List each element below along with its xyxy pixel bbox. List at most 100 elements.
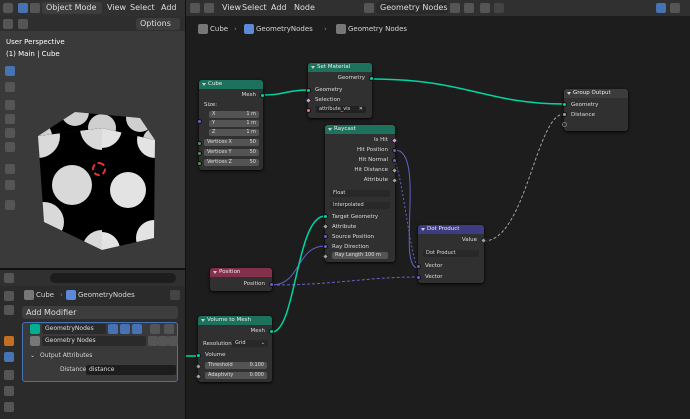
- node-raycast[interactable]: Raycast Is Hit Hit Position Hit Normal H…: [325, 125, 395, 262]
- node-volume-to-mesh[interactable]: Volume to Mesh Mesh Resolution Grid ⌄ Vol…: [198, 316, 272, 382]
- cube-vertices-y[interactable]: Vertices Y 50: [204, 149, 259, 156]
- measure-tool-icon[interactable]: [5, 180, 15, 190]
- render-tab-icon[interactable]: [4, 305, 14, 315]
- group-output-empty-socket[interactable]: [562, 122, 567, 127]
- data-tab-icon[interactable]: [4, 402, 14, 412]
- cube-size-z[interactable]: Z1 m: [209, 129, 259, 136]
- cursor-tool-icon[interactable]: [5, 82, 15, 92]
- 3d-cursor-icon[interactable]: [92, 162, 106, 176]
- volume-to-mesh-volume-socket[interactable]: [196, 353, 201, 358]
- output-attributes-header[interactable]: Output Attributes: [40, 352, 92, 359]
- modifier-name-field[interactable]: GeometryNodes: [42, 324, 106, 334]
- node-cube[interactable]: Cube Mesh Size: X1 m Y1 m Z1 m Vertices …: [199, 80, 263, 170]
- set-material-material-socket[interactable]: [306, 108, 311, 113]
- duplicate-icon[interactable]: [158, 336, 168, 346]
- tweak-tool-icon[interactable]: [5, 66, 15, 76]
- volume-to-mesh-adaptivity[interactable]: Adaptivity 0.000: [205, 372, 267, 379]
- modifier-tab-icon[interactable]: [4, 352, 14, 362]
- node-set-material[interactable]: Set Material Geometry Geometry Selection…: [308, 63, 372, 118]
- dot-product-vector2-socket[interactable]: [416, 275, 421, 280]
- volume-to-mesh-threshold[interactable]: Threshold 0.100: [205, 362, 267, 369]
- set-material-geometry-in: Geometry: [315, 87, 343, 93]
- mode-dropdown[interactable]: Object Mode: [42, 2, 102, 14]
- viewport-menu-select[interactable]: Select: [130, 3, 155, 12]
- raycast-ray-length-field[interactable]: Ray Length 100 m: [332, 252, 388, 259]
- raycast-mode-dropdown[interactable]: Interpolated: [330, 202, 390, 209]
- select-box-icon[interactable]: [18, 3, 28, 13]
- cube-render[interactable]: [30, 110, 180, 260]
- select-mode-icon[interactable]: [30, 3, 40, 13]
- object-tab-icon[interactable]: [4, 336, 14, 346]
- group-output-distance-socket[interactable]: [562, 112, 567, 117]
- physics-tab-icon[interactable]: [4, 370, 14, 380]
- cube-vy-socket[interactable]: [197, 151, 202, 156]
- editor-type-icon[interactable]: [3, 3, 13, 13]
- unlink-icon[interactable]: [168, 336, 178, 346]
- scale-tool-icon[interactable]: [5, 128, 15, 138]
- options-dropdown[interactable]: Options: [136, 18, 180, 30]
- volume-to-mesh-resolution-label: Resolution: [203, 341, 232, 347]
- tool-tab-icon[interactable]: [4, 291, 14, 301]
- area-divider-vertical[interactable]: [185, 0, 186, 419]
- breadcrumb-geometrynodes: GeometryNodes: [78, 291, 135, 299]
- toolbar-overlay-icon[interactable]: [18, 19, 28, 29]
- annotate-tool-icon[interactable]: [5, 164, 15, 174]
- raycast-ray-direction: Ray Direction: [332, 244, 369, 250]
- properties-search-input[interactable]: [50, 273, 176, 283]
- set-material-geo-in-socket[interactable]: [306, 88, 311, 93]
- viewport-menu-view[interactable]: View: [107, 3, 126, 12]
- cube-mesh-output: Mesh: [241, 92, 256, 98]
- constraint-tab-icon[interactable]: [4, 386, 14, 396]
- cube-vertices-z[interactable]: Vertices Z 50: [204, 159, 259, 166]
- raycast-target-geometry-socket[interactable]: [323, 214, 328, 219]
- dot-product-vector1-socket[interactable]: [416, 264, 421, 269]
- set-material-geo-out-socket[interactable]: [369, 76, 374, 81]
- node-group-field[interactable]: Geometry Nodes: [42, 336, 146, 346]
- rotate-tool-icon[interactable]: [5, 114, 15, 124]
- cube-vz-socket[interactable]: [197, 161, 202, 166]
- volume-to-mesh-resolution-dropdown[interactable]: Grid ⌄: [232, 340, 268, 347]
- raycast-target-geometry: Target Geometry: [332, 214, 379, 220]
- add-modifier-dropdown[interactable]: Add Modifier: [22, 306, 178, 319]
- move-tool-icon[interactable]: [5, 100, 15, 110]
- fake-user-icon[interactable]: [148, 336, 158, 346]
- cube-size-x[interactable]: X1 m: [209, 111, 259, 118]
- cube-size-socket[interactable]: [197, 119, 202, 124]
- output-attributes-chevron-icon[interactable]: ⌄: [30, 352, 35, 359]
- node-editor-area[interactable]: View Select Add Node Geometry Nodes Cube…: [186, 0, 690, 419]
- raycast-hit-normal-socket[interactable]: [392, 158, 397, 163]
- cube-mesh-socket[interactable]: [260, 93, 265, 98]
- dot-product-operation-dropdown[interactable]: Dot Product: [423, 250, 479, 257]
- raycast-source-position-socket[interactable]: [323, 234, 328, 239]
- toolbar-grid-icon[interactable]: [3, 19, 13, 29]
- properties-editor-icon[interactable]: [4, 273, 14, 283]
- node-dot-product-header: Dot Product: [418, 225, 484, 234]
- node-group-output-header: Group Output: [564, 89, 628, 98]
- viewport-title: User Perspective: [6, 38, 65, 46]
- transform-tool-icon[interactable]: [5, 142, 15, 152]
- viewport-menu-add[interactable]: Add: [161, 3, 177, 12]
- edit-mode-icon[interactable]: [108, 324, 118, 334]
- raycast-hit-position-socket[interactable]: [392, 148, 397, 153]
- node-dot-product[interactable]: Dot Product Value Dot Product Vector Vec…: [418, 225, 484, 283]
- node-position[interactable]: Position Position: [210, 268, 272, 291]
- pin-icon[interactable]: [170, 290, 180, 300]
- add-cube-tool-icon[interactable]: [5, 200, 15, 210]
- node-volume-to-mesh-header: Volume to Mesh: [198, 316, 272, 325]
- distance-attribute-input[interactable]: distance: [86, 365, 176, 375]
- position-output-socket[interactable]: [269, 282, 274, 287]
- modifier-menu-icon[interactable]: [150, 324, 160, 334]
- cube-vertices-x[interactable]: Vertices X 50: [204, 139, 259, 146]
- area-divider-horizontal[interactable]: [0, 268, 185, 270]
- cube-vx-socket[interactable]: [197, 141, 202, 146]
- group-output-geometry-socket[interactable]: [562, 102, 567, 107]
- render-display-icon[interactable]: [132, 324, 142, 334]
- raycast-ray-direction-socket[interactable]: [323, 244, 328, 249]
- volume-to-mesh-mesh-socket[interactable]: [269, 329, 274, 334]
- raycast-type-dropdown[interactable]: Float: [330, 190, 390, 197]
- viewport-display-icon[interactable]: [120, 324, 130, 334]
- cube-size-y[interactable]: Y1 m: [209, 120, 259, 127]
- node-group-output[interactable]: Group Output Geometry Distance: [564, 89, 628, 131]
- modifier-close-icon[interactable]: [164, 324, 174, 334]
- material-selector[interactable]: attribute_vis ✕: [316, 106, 366, 113]
